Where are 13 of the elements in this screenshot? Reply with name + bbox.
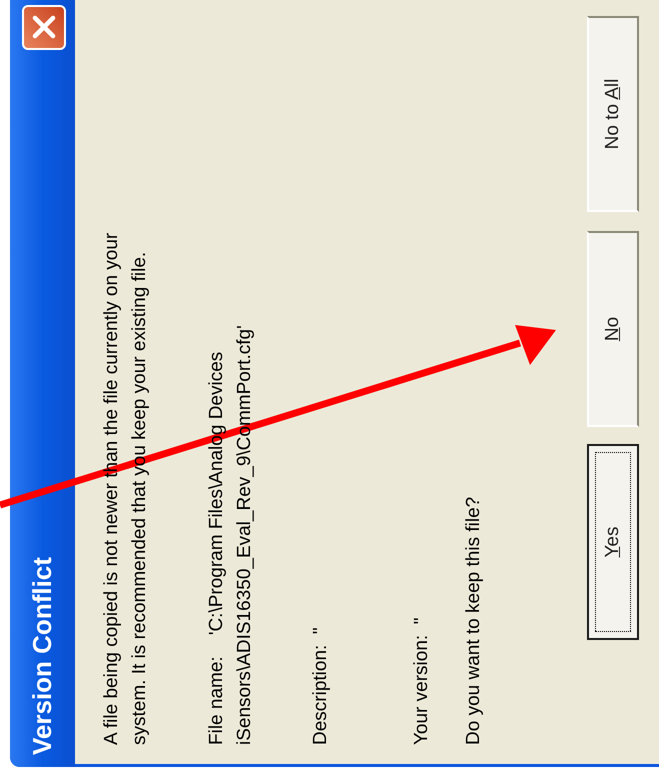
dialog-button[interactable]: No: [587, 231, 639, 427]
your-version-text: Your version: ": [410, 618, 433, 745]
message-text: A file being copied is not newer than the file currently on your: [100, 232, 123, 745]
close-icon: [31, 14, 57, 40]
file-name-text: iSensors\ADIS16350_Eval_Rev_9\CommPort.cfg': [233, 325, 256, 745]
window-title: Version Conflict: [26, 557, 58, 755]
question-text: Do you want to keep this file?: [462, 496, 485, 745]
close-button[interactable]: [22, 5, 66, 50]
dialog-button[interactable]: No to All: [587, 16, 639, 212]
file-name-text: File name: 'C:\Program Files\Analog Devices: [205, 350, 228, 745]
message-text: system. It is recommended that you keep your existing file.: [128, 250, 151, 745]
description-text: Description: ": [309, 627, 332, 745]
dialog-button[interactable]: Yes: [587, 444, 639, 640]
